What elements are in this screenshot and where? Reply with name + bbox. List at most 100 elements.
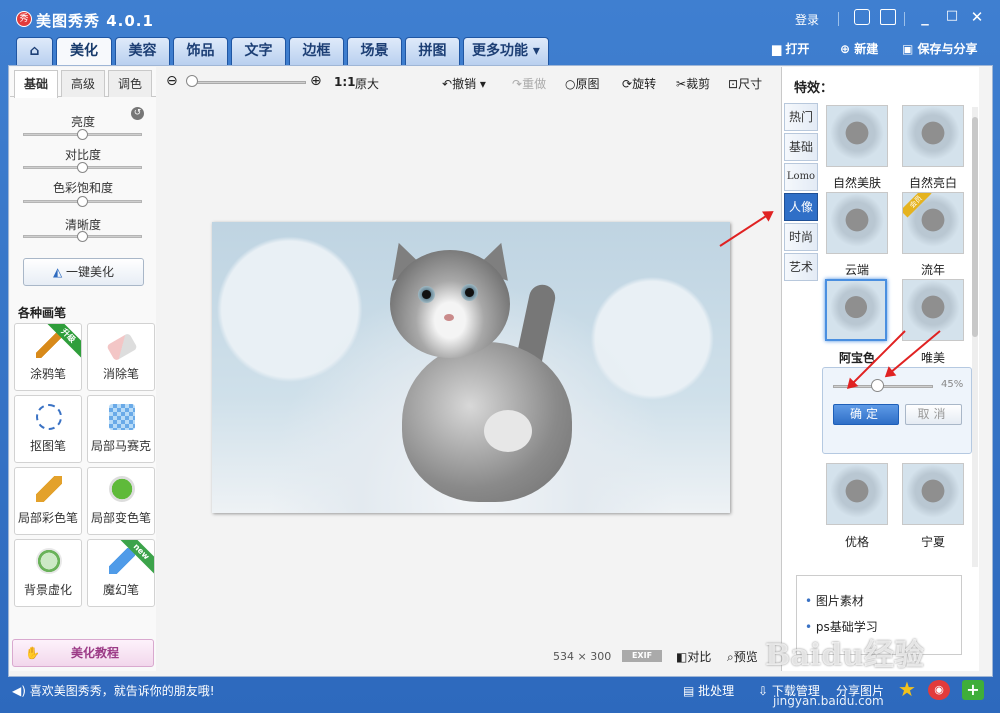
resize-button[interactable]: ⊡尺寸 — [728, 75, 762, 92]
effect-strength-knob[interactable] — [871, 379, 884, 392]
vtab-fashion[interactable]: 时尚 — [784, 223, 818, 251]
tutorial-button[interactable]: ✋ 美化教程 — [12, 639, 154, 667]
effects-scroll-thumb[interactable] — [972, 117, 978, 337]
rotate-icon: ⟳ — [622, 77, 633, 91]
recolor-pen-button[interactable]: 局部变色笔 — [87, 467, 155, 535]
effect-label-ningxia: 宁夏 — [920, 535, 945, 549]
undo-label: 撤销 — [452, 77, 477, 91]
resize-icon: ⊡ — [728, 77, 739, 91]
magic-pen-label: 魔幻笔 — [102, 583, 139, 597]
close-icon[interactable]: ✕ — [968, 8, 986, 26]
app-title: 美图秀秀 4.0.1 — [36, 12, 154, 30]
compare-button[interactable]: ◧对比 — [676, 648, 711, 665]
effect-label-fleeting-years: 流年 — [920, 263, 945, 277]
confirm-button[interactable]: 确定 — [833, 404, 899, 425]
star-icon[interactable]: ★ — [895, 678, 919, 702]
batch-button[interactable]: ▤ 批处理 — [683, 682, 734, 699]
vtab-art[interactable]: 艺术 — [784, 253, 818, 281]
contrast-label: 对比度 — [64, 148, 101, 162]
one-key-beautify-button[interactable]: ◭ 一键美化 — [23, 258, 144, 286]
divider — [838, 12, 839, 26]
login-link[interactable]: 登录 — [795, 11, 819, 28]
batch-icon: ▤ — [683, 684, 695, 698]
redo-button[interactable]: ↷重做 — [512, 75, 546, 92]
tab-frame[interactable]: 边框 — [289, 37, 344, 65]
zoom-out-icon[interactable]: ⊖ — [166, 73, 178, 89]
save-icon: ▣ — [902, 42, 914, 56]
vtab-popular[interactable]: 热门 — [784, 103, 818, 131]
effect-thumb-cloud[interactable] — [826, 192, 888, 254]
sharpness-knob[interactable] — [77, 231, 88, 242]
doodle-pen-button[interactable]: 升级 涂鸦笔 — [14, 323, 82, 391]
crop-button[interactable]: ✂裁剪 — [676, 75, 710, 92]
effect-thumb-natural-white[interactable] — [902, 105, 964, 167]
message-icon[interactable] — [854, 9, 870, 25]
color-brush-icon — [36, 476, 62, 502]
effect-thumb-ningxia[interactable] — [902, 463, 964, 525]
effect-thumb-natural-skin[interactable] — [826, 105, 888, 167]
skin-icon[interactable] — [880, 9, 896, 25]
divider — [904, 12, 905, 26]
zoom-ratio-button[interactable]: 1:1 — [334, 75, 356, 89]
kitten-nose — [444, 314, 454, 321]
resource-link-images[interactable]: • 图片素材 — [805, 592, 864, 609]
effect-thumb-yogurt[interactable] — [826, 463, 888, 525]
zoom-slider[interactable] — [188, 81, 306, 84]
subtab-basic[interactable]: 基础 — [14, 70, 58, 98]
tab-text[interactable]: 文字 — [231, 37, 286, 65]
cancel-button[interactable]: 取消 — [905, 404, 962, 425]
zoom-in-icon[interactable]: ⊕ — [310, 73, 322, 89]
new-button[interactable]: ⊕ 新建 — [840, 40, 878, 57]
undo-button[interactable]: ↶撤销 ▾ — [442, 75, 486, 92]
kitten-paw — [484, 410, 532, 452]
photo-canvas[interactable] — [212, 222, 730, 513]
weibo-icon[interactable]: ◉ — [928, 680, 950, 700]
status-message-text: 喜欢美图秀秀，就告诉你的朋友哦! — [29, 684, 215, 698]
tab-more-features[interactable]: 更多功能 ▾ — [463, 37, 549, 65]
open-button[interactable]: ▆ 打开 — [772, 40, 809, 57]
effect-thumb-aesthetic[interactable] — [902, 279, 964, 341]
contrast-knob[interactable] — [77, 162, 88, 173]
resource-link-images-label: 图片素材 — [815, 594, 864, 608]
save-share-button[interactable]: ▣ 保存与分享 — [902, 40, 978, 57]
canvas-toolbar: ⊖ ⊕ 1:1 原大 ↶撤销 ▾ ↷重做 ○原图 ⟳旋转 ✂裁剪 ⊡尺寸 — [160, 72, 778, 94]
eraser-pen-button[interactable]: 消除笔 — [87, 323, 155, 391]
compare-icon: ◧ — [676, 650, 688, 664]
tab-beautify[interactable]: 美化 — [56, 37, 112, 65]
effect-thumb-abao[interactable] — [825, 279, 887, 341]
minimize-icon[interactable]: _ — [916, 8, 934, 26]
cutout-pen-button[interactable]: 抠图笔 — [14, 395, 82, 463]
rotate-button[interactable]: ⟳旋转 — [622, 75, 656, 92]
exif-button[interactable]: EXIF — [622, 650, 662, 662]
cutout-pen-label: 抠图笔 — [29, 439, 66, 453]
status-message: ◀) 喜欢美图秀秀，就告诉你的朋友哦! — [12, 682, 215, 699]
tab-accessories[interactable]: 饰品 — [173, 37, 228, 65]
vtab-basic[interactable]: 基础 — [784, 133, 818, 161]
vip-badge: 会员 — [903, 193, 932, 218]
tab-collage[interactable]: 拼图 — [405, 37, 460, 65]
zoom-knob[interactable] — [186, 75, 198, 87]
maximize-icon[interactable]: □ — [943, 8, 961, 23]
vtab-portrait[interactable]: 人像 — [784, 193, 818, 221]
image-dimensions: 534 × 300 — [553, 650, 611, 663]
tab-home[interactable]: ⌂ — [16, 37, 53, 65]
background-blur-button[interactable]: 背景虚化 — [14, 539, 82, 607]
mosaic-pen-button[interactable]: 局部马赛克 — [87, 395, 155, 463]
original-image-button[interactable]: ○原图 — [565, 75, 600, 92]
effects-scrollbar[interactable] — [972, 107, 978, 567]
color-pen-button[interactable]: 局部彩色笔 — [14, 467, 82, 535]
brightness-knob[interactable] — [77, 129, 88, 140]
subtab-color[interactable]: 调色 — [108, 70, 152, 97]
magic-pen-button[interactable]: new 魔幻笔 — [87, 539, 155, 607]
tab-scene[interactable]: 场景 — [347, 37, 402, 65]
saturation-label: 色彩饱和度 — [52, 181, 113, 195]
subtab-advanced[interactable]: 高级 — [61, 70, 105, 97]
saturation-knob[interactable] — [77, 196, 88, 207]
original-size-button[interactable]: 原大 — [355, 75, 379, 92]
add-icon[interactable]: + — [962, 680, 984, 700]
preview-button[interactable]: ⌕预览 — [727, 648, 758, 665]
effect-thumb-fleeting-years[interactable]: 会员 — [902, 192, 964, 254]
effects-title: 特效： — [794, 81, 834, 96]
vtab-lomo[interactable]: Lomo — [784, 163, 818, 191]
tab-makeup[interactable]: 美容 — [115, 37, 170, 65]
